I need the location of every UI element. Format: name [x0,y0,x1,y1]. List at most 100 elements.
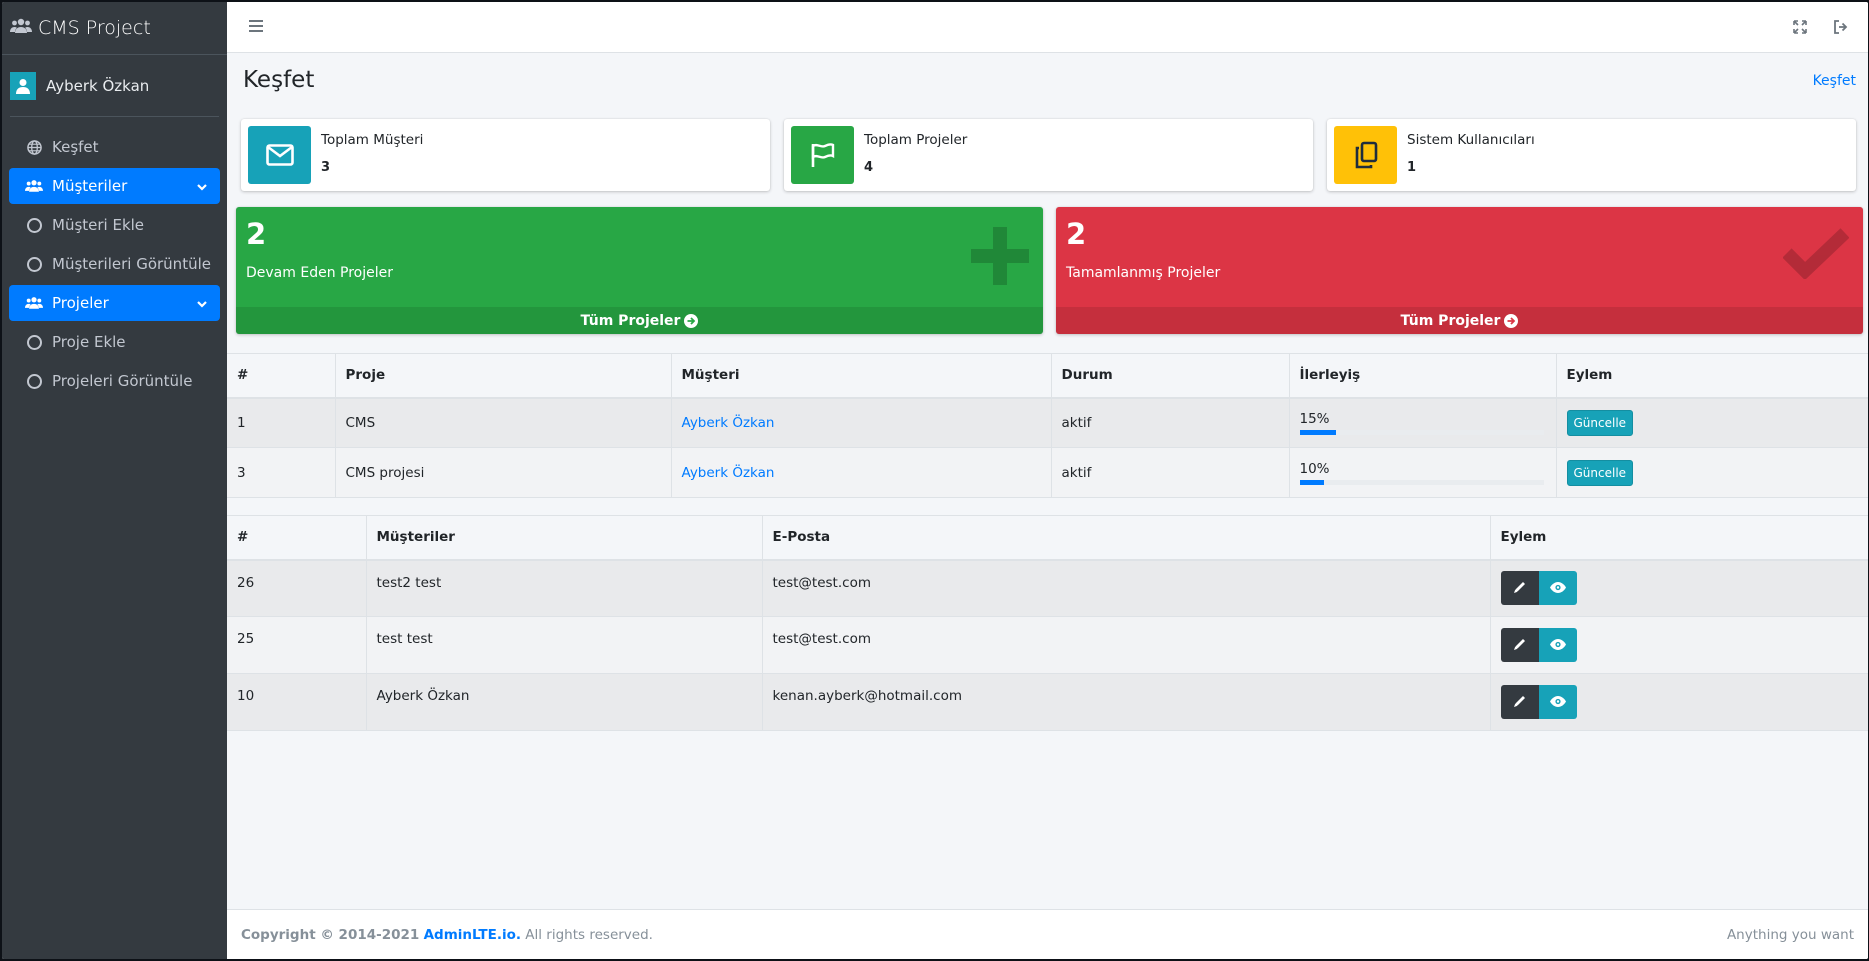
info-box-sistem-kullanicilari: Sistem Kullanıcıları 1 [1327,119,1856,191]
info-box-label: Toplam Müşteri [321,132,424,148]
cell-email: test@test.com [762,559,1491,617]
eye-icon [1549,638,1566,653]
progress-bar [1299,479,1544,485]
fullscreen-icon[interactable] [1793,20,1807,38]
table-row: 3 CMS projesi Ayberk Özkan aktif 10% Gün… [227,447,1868,498]
column-header: Müşteri [671,353,1052,398]
update-button[interactable]: Güncelle [1566,459,1634,486]
arrow-circle-right-icon [1504,313,1519,328]
eye-icon [1549,581,1566,596]
cell-id: 3 [227,447,336,498]
small-box-link-label: Tüm Projeler [580,312,681,329]
sidebar-item-label: Müşteriler [52,177,128,195]
view-button[interactable] [1538,685,1577,719]
edit-button[interactable] [1500,571,1539,606]
sidebar-item-musteri-ekle[interactable]: Müşteri Ekle [9,207,220,243]
table-header-row: # Proje Müşteri Durum İlerleyiş Eylem [227,353,1868,398]
globe-icon [25,139,43,155]
users-icon [25,179,43,193]
sidebar-item-label: Proje Ekle [52,333,126,351]
main-content: Keşfet Keşfet Toplam Müşteri 3 Toplam Pr… [227,53,1868,909]
customer-link[interactable]: Ayberk Özkan [682,465,775,481]
column-header: Eylem [1500,529,1547,546]
sidebar-item-musterileri-goruntule[interactable]: Müşterileri Görüntüle [9,246,220,282]
sidebar-item-label: Müşteri Ekle [52,216,145,234]
info-box-value: 1 [1407,160,1417,175]
chevron-down-icon [196,296,208,314]
progress-fill [1299,429,1337,435]
sidebar-item-label: Müşterileri Görüntüle [52,255,211,273]
progress-cell: 10% [1299,461,1544,485]
cell-name: Ayberk Özkan [366,673,763,731]
circle-icon [26,373,42,389]
logout-icon[interactable] [1833,20,1848,38]
hamburger-menu-icon[interactable] [249,20,263,36]
user-name: Ayberk Özkan [46,76,150,95]
action-button-group [1500,628,1577,662]
table-row: 26 test2 test test@test.com [227,559,1868,617]
info-box-label: Sistem Kullanıcıları [1407,132,1535,148]
sidebar-item-label: Projeleri Görüntüle [52,372,193,390]
sidebar-item-musteriler[interactable]: Müşteriler [9,168,220,204]
top-navbar [227,2,1868,53]
edit-button[interactable] [1500,685,1539,719]
users-icon [25,296,43,310]
action-button-group [1500,685,1577,719]
column-header: İlerleyiş [1289,353,1557,398]
sidebar-item-proje-ekle[interactable]: Proje Ekle [9,324,220,360]
cell-project: CMS projesi [335,447,672,498]
plus-icon [971,227,1029,289]
cell-project: CMS [335,397,672,448]
sidebar-item-projeleri-goruntule[interactable]: Projeleri Görüntüle [9,363,220,399]
cell-name: test test [366,616,763,674]
cell-status: aktif [1051,397,1290,448]
users-icon [10,17,32,39]
small-box-devam-eden: 2 Devam Eden Projeler Tüm Projeler [236,207,1043,334]
breadcrumb[interactable]: Keşfet [1813,73,1856,89]
column-header: Müşteriler [366,515,763,560]
progress-cell: 15% [1299,410,1544,435]
view-button[interactable] [1538,628,1577,662]
column-header: # [227,353,336,398]
check-icon [1782,227,1850,283]
info-box-toplam-musteri: Toplam Müşteri 3 [241,119,770,191]
pencil-icon [1513,637,1527,654]
envelope-icon [248,126,311,184]
brand-title: CMS Project [38,17,151,39]
footer-adminlte-link[interactable]: AdminLTE.io. [424,927,521,943]
arrow-circle-right-icon [684,313,699,328]
user-avatar-icon [10,71,36,100]
column-header: # [227,515,367,560]
pencil-icon [1513,694,1527,711]
cell-email: test@test.com [762,616,1491,674]
info-box-value: 4 [864,160,874,175]
sidebar-item-projeler[interactable]: Projeler [9,285,220,321]
brand-link[interactable]: CMS Project [2,2,227,55]
projects-table: # Proje Müşteri Durum İlerleyiş Eylem 1 … [227,353,1868,498]
update-button[interactable]: Güncelle [1566,409,1634,436]
sidebar-item-kesfet[interactable]: Keşfet [9,129,220,165]
small-box-footer-link[interactable]: Tüm Projeler [236,307,1043,334]
cell-id: 10 [227,673,367,731]
column-header: Eylem [1566,367,1613,384]
customer-link[interactable]: Ayberk Özkan [682,415,775,431]
info-box-toplam-projeler: Toplam Projeler 4 [784,119,1313,191]
pencil-icon [1513,580,1527,597]
sidebar-item-label: Keşfet [52,138,99,156]
small-box-value: 2 [246,217,267,251]
progress-label: 15% [1299,410,1330,427]
progress-bar [1299,429,1544,435]
table-header-row: # Müşteriler E-Posta Eylem [227,515,1868,560]
cell-email: kenan.ayberk@hotmail.com [762,673,1491,731]
user-panel[interactable]: Ayberk Özkan [10,55,219,117]
circle-icon [26,256,42,272]
progress-fill [1299,479,1324,485]
cell-name: test2 test [366,559,763,617]
cell-id: 25 [227,616,367,674]
view-button[interactable] [1538,571,1577,606]
table-row: 10 Ayberk Özkan kenan.ayberk@hotmail.com [227,673,1868,731]
page-title: Keşfet [243,67,315,93]
small-box-footer-link[interactable]: Tüm Projeler [1056,307,1863,334]
info-box-value: 3 [321,160,331,175]
edit-button[interactable] [1500,628,1539,662]
